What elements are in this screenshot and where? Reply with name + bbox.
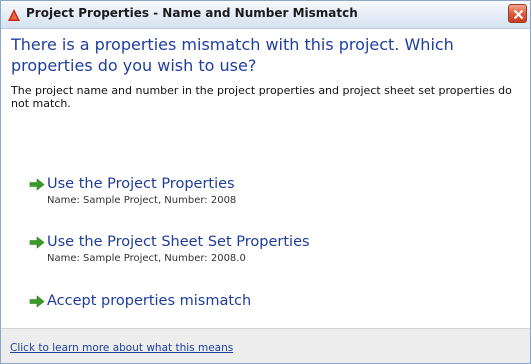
autodesk-app-icon: [7, 7, 21, 21]
green-arrow-icon: [29, 178, 45, 191]
learn-more-link[interactable]: Click to learn more about what this mean…: [10, 342, 233, 354]
main-instruction: There is a properties mismatch with this…: [11, 35, 454, 75]
green-arrow-icon: [29, 236, 45, 249]
option-label: Accept properties mismatch: [47, 293, 252, 309]
close-icon: [513, 9, 524, 20]
option-detail: Name: Sample Project, Number: 2008.0: [47, 253, 246, 264]
green-arrow-icon: [29, 295, 45, 308]
description-text: The project name and number in the proje…: [11, 84, 512, 110]
close-button[interactable]: [508, 4, 527, 23]
accept-mismatch-option[interactable]: Accept properties mismatch: [29, 291, 329, 313]
use-project-properties-option[interactable]: Use the Project Properties Name: Sample …: [29, 174, 329, 208]
footer: Click to learn more about what this mean…: [1, 328, 530, 363]
option-label: Use the Project Properties: [47, 176, 235, 192]
window-title: Project Properties - Name and Number Mis…: [26, 6, 358, 20]
option-label: Use the Project Sheet Set Properties: [47, 234, 310, 250]
title-bar[interactable]: Project Properties - Name and Number Mis…: [1, 1, 530, 29]
use-sheet-set-properties-option[interactable]: Use the Project Sheet Set Properties Nam…: [29, 232, 359, 266]
option-detail: Name: Sample Project, Number: 2008: [47, 195, 237, 206]
dialog-window: Project Properties - Name and Number Mis…: [0, 0, 531, 364]
